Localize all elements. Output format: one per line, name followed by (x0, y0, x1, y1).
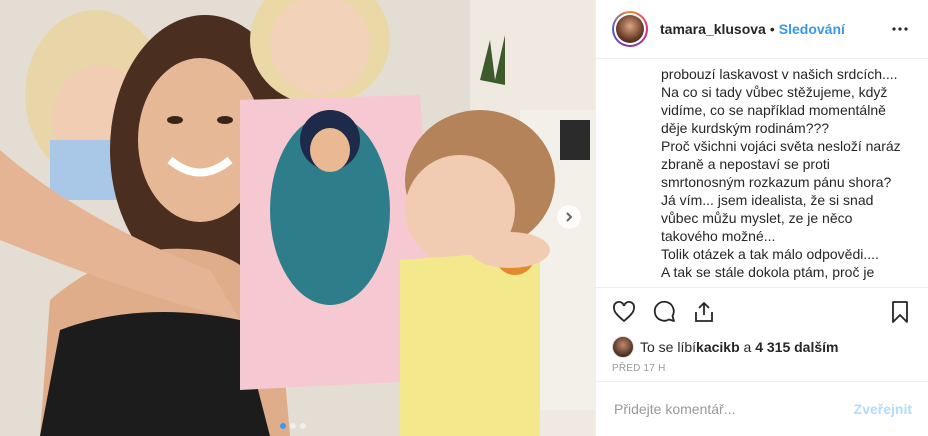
post-caption: probouzí laskavost v našich srdcích.... … (596, 59, 928, 287)
heart-icon[interactable] (612, 300, 636, 324)
publish-button[interactable]: Zveřejnit (854, 401, 912, 417)
liker-username[interactable]: kacikb (696, 339, 740, 355)
following-button[interactable]: Sledování (779, 21, 845, 37)
carousel-dot (280, 423, 286, 429)
post-header: tamara_klusova • Sledování (596, 0, 928, 59)
carousel-dot (300, 423, 306, 429)
bookmark-icon[interactable] (888, 300, 912, 324)
dot-separator: • (769, 21, 775, 37)
caption-line: Tolik otázek a tak málo odpovědi.... (661, 246, 879, 262)
caption-line: zbraně a nepostaví se proti (661, 156, 830, 172)
post-timestamp[interactable]: Před 17 h (596, 359, 928, 381)
likes-summary: To se líbí kacikb a 4 315 dalším (596, 335, 928, 359)
post-photo[interactable] (0, 0, 595, 436)
likes-middle: a (739, 339, 756, 355)
post-side-panel: tamara_klusova • Sledování probouzí lask… (595, 0, 928, 436)
likes-count[interactable]: 4 315 dalším (755, 339, 838, 355)
carousel-dot (290, 423, 296, 429)
more-options-button[interactable] (888, 17, 912, 41)
instagram-post: tamara_klusova • Sledování probouzí lask… (0, 0, 928, 436)
caption-line: takového možné... (661, 228, 776, 244)
caption-line: smrtonosným rozkazum pánu shora? (661, 174, 892, 190)
comment-input[interactable] (612, 400, 854, 418)
chevron-right-icon (566, 212, 573, 222)
caption-line: vůbec můžu myslet, ze je něco (661, 210, 853, 226)
username-link[interactable]: tamara_klusova (660, 21, 766, 37)
profile-avatar[interactable] (612, 11, 648, 47)
share-icon[interactable] (692, 300, 716, 324)
comment-icon[interactable] (652, 300, 676, 324)
more-options-icon (892, 27, 908, 31)
carousel-indicator (280, 423, 306, 429)
photo-illustration (0, 0, 595, 436)
comment-form: Zveřejnit (596, 381, 928, 436)
caption-line: vidíme, co se například momentálně (661, 102, 886, 118)
likes-prefix: To se líbí (640, 339, 697, 355)
avatar-image (616, 15, 644, 43)
caption-line: Já vím... jsem idealista, že si snad (661, 192, 874, 208)
avatar-inner (614, 13, 646, 45)
action-bar (596, 287, 928, 335)
next-photo-button[interactable] (557, 205, 581, 229)
liker-avatar[interactable] (612, 336, 634, 358)
caption-line: Na co si tady vůbec stěžujeme, když (661, 84, 888, 100)
caption-line: A tak se stále dokola ptám, proč je (661, 264, 875, 280)
caption-line: probouzí laskavost v našich srdcích.... (661, 66, 898, 82)
caption-line: děje kurdským rodinám??? (661, 120, 830, 136)
caption-line: Proč všichni vojáci světa nesloží naráz (661, 138, 901, 154)
